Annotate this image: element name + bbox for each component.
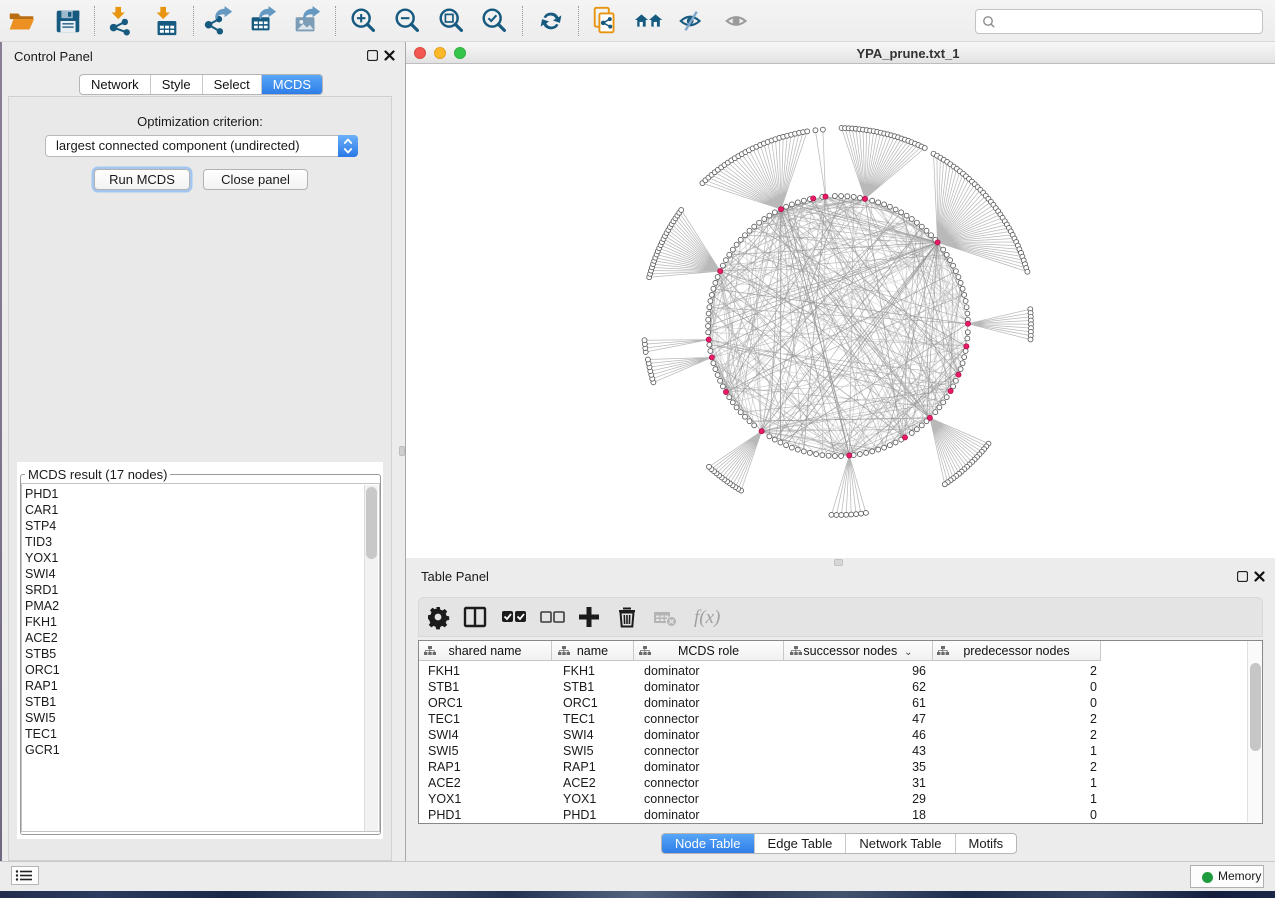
svg-text:f(x): f(x): [694, 607, 720, 628]
